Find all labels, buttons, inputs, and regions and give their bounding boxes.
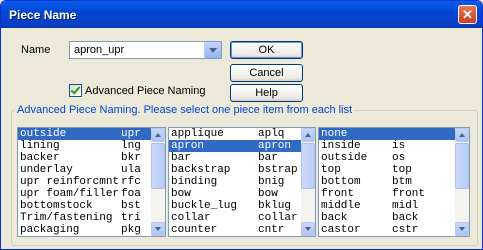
scroll-up-arrow-icon[interactable]: [455, 128, 469, 142]
title-bar[interactable]: Piece Name ✕: [1, 1, 482, 28]
list-item[interactable]: applique aplq: [169, 128, 315, 140]
list-item[interactable]: bottom btm: [319, 176, 469, 188]
scroll-up-arrow-icon[interactable]: [151, 128, 165, 142]
scrollbar[interactable]: [151, 128, 165, 236]
list-item[interactable]: upr reinforcmnt rfc: [18, 176, 165, 188]
name-combobox[interactable]: apron_upr: [69, 41, 222, 59]
list-item[interactable]: top top: [319, 164, 469, 176]
scroll-down-arrow-icon[interactable]: [455, 222, 469, 236]
scroll-down-arrow-icon[interactable]: [151, 222, 165, 236]
list-item[interactable]: outside upr: [18, 128, 165, 140]
list-item[interactable]: middle midl: [319, 200, 469, 212]
piece-location-list[interactable]: none inside is outside os top top bottom btm…: [318, 127, 470, 237]
scrollbar[interactable]: [455, 128, 469, 236]
list-item[interactable]: backer bkr: [18, 152, 165, 164]
list-item[interactable]: front front: [319, 188, 469, 200]
chevron-down-icon[interactable]: [204, 42, 221, 58]
list-item[interactable]: bow bow: [169, 188, 315, 200]
list-item[interactable]: inside is: [319, 140, 469, 152]
list-item[interactable]: outside os: [319, 152, 469, 164]
ok-button[interactable]: OK: [230, 41, 303, 59]
list-item[interactable]: apron apron: [169, 140, 315, 152]
list-item[interactable]: collar collar: [169, 212, 315, 224]
list-item[interactable]: Trim/fastening tri: [18, 212, 165, 224]
list-item[interactable]: none: [319, 128, 469, 140]
list-item[interactable]: lining lng: [18, 140, 165, 152]
list-item[interactable]: castor cstr: [319, 224, 469, 236]
scrollbar[interactable]: [301, 128, 315, 236]
piece-name-list[interactable]: applique aplq apron apron bar bar backstrap…: [168, 127, 316, 237]
scroll-up-arrow-icon[interactable]: [301, 128, 315, 142]
list-item[interactable]: underlay ula: [18, 164, 165, 176]
name-value: apron_upr: [74, 44, 125, 56]
list-item[interactable]: back back: [319, 212, 469, 224]
scrollbar-thumb[interactable]: [301, 143, 315, 189]
close-icon[interactable]: ✕: [458, 5, 477, 24]
list-item[interactable]: upr foam/filler foa: [18, 188, 165, 200]
piece-name-dialog: Piece Name ✕ Name apron_upr OK Cancel He…: [0, 0, 483, 250]
scrollbar-thumb[interactable]: [455, 143, 469, 189]
scrollbar-thumb[interactable]: [151, 143, 165, 189]
list-item[interactable]: binding bnig: [169, 176, 315, 188]
piece-type-list[interactable]: outside upr lining lng backer bkr underlay u…: [17, 127, 166, 237]
list-item[interactable]: backstrap bstrap: [169, 164, 315, 176]
list-item[interactable]: counter cntr: [169, 224, 315, 236]
advanced-naming-checkbox[interactable]: [69, 84, 82, 97]
list-item[interactable]: bar bar: [169, 152, 315, 164]
list-item[interactable]: buckle_lug bklug: [169, 200, 315, 212]
scroll-down-arrow-icon[interactable]: [301, 222, 315, 236]
cancel-button[interactable]: Cancel: [230, 64, 303, 82]
window-title: Piece Name: [9, 8, 77, 22]
list-item[interactable]: packaging pkg: [18, 224, 165, 236]
name-label: Name: [21, 44, 51, 56]
help-button[interactable]: Help: [230, 84, 303, 102]
advanced-naming-label: Advanced Piece Naming: [85, 85, 206, 97]
group-label: Advanced Piece Naming. Please select one…: [15, 104, 355, 116]
list-item[interactable]: bottomstock bst: [18, 200, 165, 212]
